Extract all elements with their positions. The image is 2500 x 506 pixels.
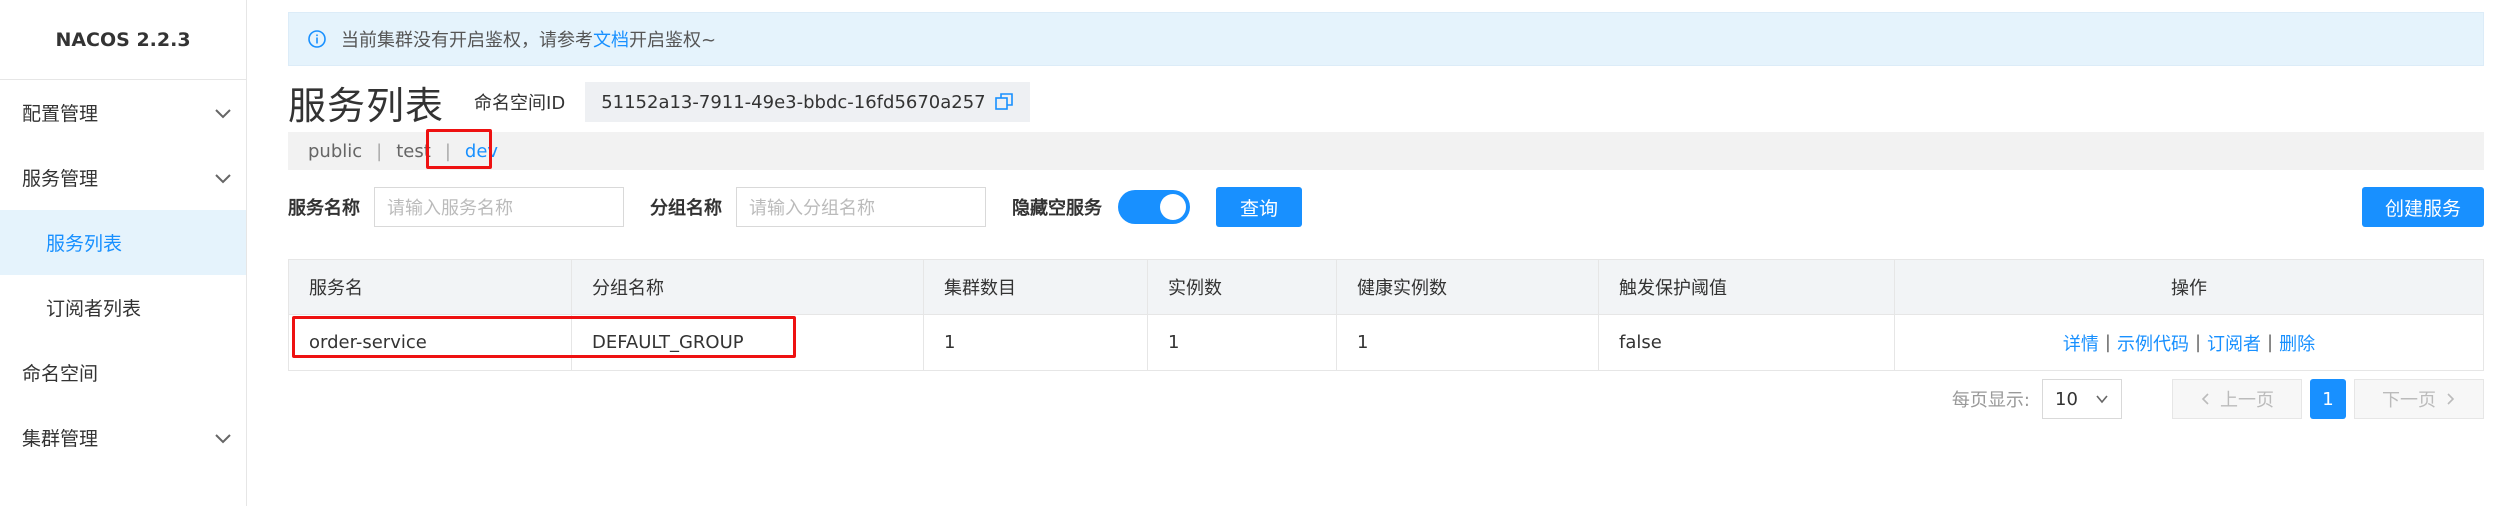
docs-link[interactable]: 文档 xyxy=(593,26,629,52)
prev-page-label: 上一页 xyxy=(2220,390,2274,411)
chevron-right-icon xyxy=(2447,393,2455,405)
sidebar-item-service-mgmt[interactable]: 服务管理 xyxy=(0,145,246,210)
app-title: NACOS 2.2.3 xyxy=(0,0,246,80)
per-page-value: 10 xyxy=(2055,388,2078,410)
notice-text: 当前集群没有开启鉴权，请参考 xyxy=(341,30,593,51)
group-name-label: 分组名称 xyxy=(650,198,722,219)
column-header: 健康实例数 xyxy=(1337,260,1599,314)
sidebar-item-subscribers[interactable]: 订阅者列表 xyxy=(0,275,246,340)
namespace-id-box: 51152a13-7911-49e3-bbdc-16fd5670a257 xyxy=(585,82,1030,122)
column-header: 服务名 xyxy=(289,260,572,314)
sample-code-link[interactable]: 示例代码 xyxy=(2117,330,2189,356)
hide-empty-label: 隐藏空服务 xyxy=(1012,198,1102,219)
page-title: 服务列表 xyxy=(288,83,445,128)
service-name-label: 服务名称 xyxy=(288,198,360,219)
sidebar-item-cluster[interactable]: 集群管理 xyxy=(0,405,246,470)
page-number-current[interactable]: 1 xyxy=(2310,379,2346,419)
chevron-down-icon xyxy=(2096,395,2108,404)
sidebar-item-namespace[interactable]: 命名空间 xyxy=(0,340,246,405)
table-header: 服务名 分组名称 集群数目 实例数 健康实例数 触发保护阈值 操作 xyxy=(289,260,2483,315)
group-name-input[interactable]: 请输入分组名称 xyxy=(736,187,986,227)
namespace-label: 命名空间ID xyxy=(474,93,566,114)
op-separator: | xyxy=(2194,332,2202,353)
namespace-id: 51152a13-7911-49e3-bbdc-16fd5670a257 xyxy=(601,91,986,113)
service-name-input[interactable]: 请输入服务名称 xyxy=(374,187,624,227)
highlight-box-dev xyxy=(426,129,492,169)
column-header: 操作 xyxy=(2171,278,2207,299)
notice-text-after: 开启鉴权~ xyxy=(629,30,717,51)
op-separator: | xyxy=(2104,332,2111,353)
query-button[interactable]: 查询 xyxy=(1216,187,1302,227)
sidebar-item-label: 服务管理 xyxy=(22,168,99,190)
details-link[interactable]: 详情 xyxy=(2063,330,2099,356)
sidebar-item-config[interactable]: 配置管理 xyxy=(0,80,246,145)
subscribers-link[interactable]: 订阅者 xyxy=(2207,330,2261,356)
copy-icon[interactable] xyxy=(994,92,1014,112)
sidebar-item-label: 命名空间 xyxy=(22,363,99,385)
chevron-down-icon xyxy=(215,433,231,443)
cell-clusters: 1 xyxy=(924,315,1148,370)
pagination: 每页显示: 10 上一页 1 下一页 xyxy=(1952,379,2484,419)
op-separator: | xyxy=(2267,332,2274,353)
column-header: 触发保护阈值 xyxy=(1599,260,1895,314)
column-header: 分组名称 xyxy=(572,260,924,314)
cell-threshold: false xyxy=(1599,315,1895,370)
hide-empty-toggle[interactable] xyxy=(1118,190,1190,224)
column-header: 集群数目 xyxy=(924,260,1148,314)
toggle-knob xyxy=(1160,194,1186,220)
cell-operations: 详情 | 示例代码 | 订阅者 | 删除 xyxy=(1895,315,2483,370)
per-page-select[interactable]: 10 xyxy=(2042,379,2122,419)
sidebar-item-label: 配置管理 xyxy=(22,103,99,125)
delete-link[interactable]: 删除 xyxy=(2279,330,2315,356)
filter-bar: 服务名称 请输入服务名称 分组名称 请输入分组名称 隐藏空服务 查询 创建服务 xyxy=(288,185,2484,229)
next-page-button[interactable]: 下一页 xyxy=(2354,379,2484,419)
info-icon xyxy=(308,30,326,48)
create-service-button[interactable]: 创建服务 xyxy=(2362,187,2484,227)
main-content: 当前集群没有开启鉴权，请参考 文档 开启鉴权~ 服务列表 命名空间ID 51152a… xyxy=(288,12,2484,419)
highlight-box-service-row xyxy=(292,316,796,358)
namespace-tabs: public | test | dev xyxy=(288,132,2484,170)
namespace-separator: | xyxy=(376,140,383,162)
sidebar-item-label: 集群管理 xyxy=(22,428,99,450)
cell-instances: 1 xyxy=(1148,315,1337,370)
column-header: 实例数 xyxy=(1148,260,1337,314)
cell-healthy: 1 xyxy=(1337,315,1599,370)
per-page-label: 每页显示: xyxy=(1951,390,2030,411)
sidebar-item-label: 订阅者列表 xyxy=(46,298,142,320)
title-row: 服务列表 命名空间ID 51152a13-7911-49e3-bbdc-16fd… xyxy=(288,74,1030,130)
sidebar-item-label: 服务列表 xyxy=(46,233,123,255)
auth-notice: 当前集群没有开启鉴权，请参考 文档 开启鉴权~ xyxy=(288,12,2484,66)
chevron-down-icon xyxy=(215,173,231,183)
namespace-tab-public[interactable]: public xyxy=(308,141,362,162)
prev-page-button[interactable]: 上一页 xyxy=(2172,379,2302,419)
chevron-down-icon xyxy=(215,108,231,118)
sidebar: NACOS 2.2.3 配置管理 服务管理 服务列表 订阅者列表 命名空间 集群… xyxy=(0,0,247,506)
sidebar-item-service-list[interactable]: 服务列表 xyxy=(0,210,246,275)
next-page-label: 下一页 xyxy=(2382,390,2436,411)
chevron-left-icon xyxy=(2201,393,2209,405)
